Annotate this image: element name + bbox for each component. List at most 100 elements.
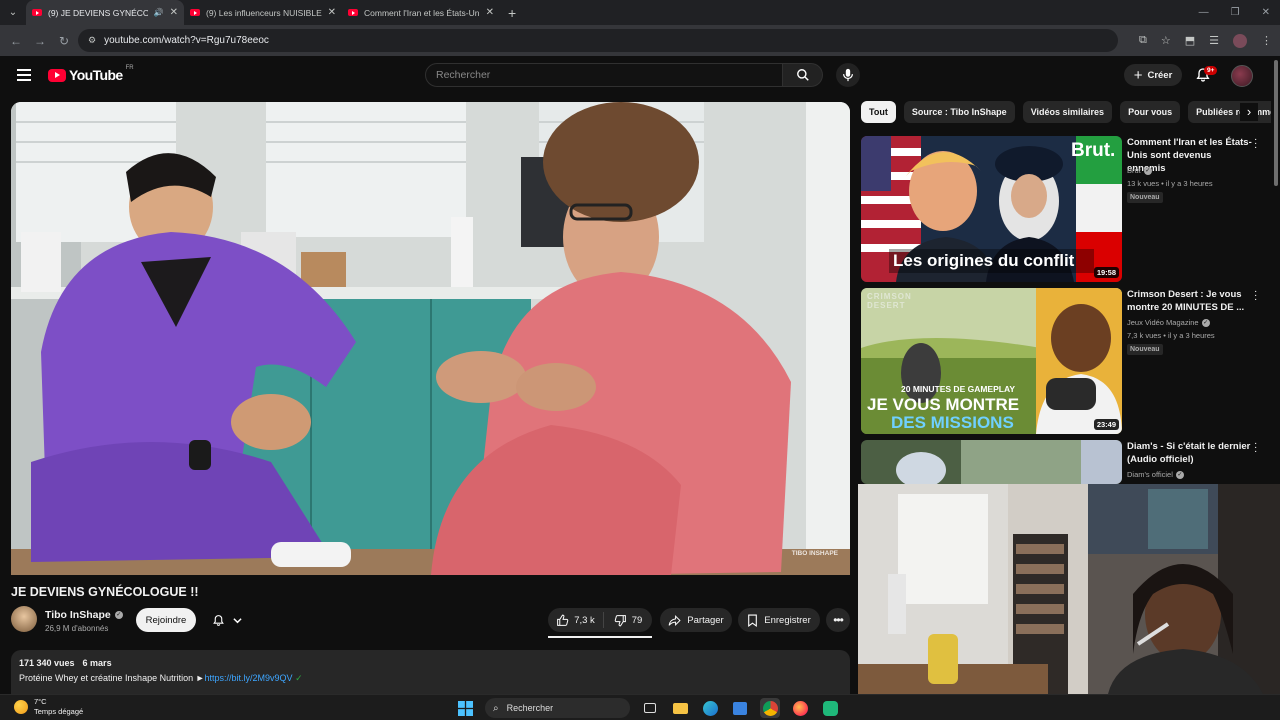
notification-count-badge: 9+ xyxy=(1204,66,1218,75)
video-player[interactable]: TIBO INSHAPE xyxy=(11,102,850,575)
close-tab-icon[interactable]: ✕ xyxy=(328,7,336,18)
recommendation-title[interactable]: Crimson Desert : Je vous montre 20 MINUT… xyxy=(1127,288,1252,314)
youtube-logo[interactable]: YouTube FR xyxy=(48,65,134,83)
video-thumbnail[interactable]: CRIMSON DESERT 20 MINUTES DE GAMEPLAY JE… xyxy=(861,288,1122,434)
video-thumbnail[interactable] xyxy=(861,440,1122,484)
voice-search-button[interactable] xyxy=(836,63,860,87)
page-scrollbar[interactable] xyxy=(1274,60,1278,186)
share-button[interactable]: Partager xyxy=(660,608,732,632)
close-window-icon[interactable]: ✕ xyxy=(1262,7,1270,18)
youtube-favicon-icon xyxy=(32,9,42,16)
recommendation-channel[interactable]: Brut ✓ xyxy=(1127,166,1152,175)
youtube-favicon-icon xyxy=(190,9,200,16)
tab-search-button[interactable]: ⌄ xyxy=(0,0,26,25)
search-input[interactable]: Rechercher xyxy=(425,63,783,87)
description-line: Protéine Whey et créatine Inshape Nutrit… xyxy=(19,673,205,683)
browser-menu-icon[interactable]: ⋮ xyxy=(1261,34,1272,47)
file-explorer-icon[interactable] xyxy=(670,698,690,718)
publish-date: 6 mars xyxy=(82,658,112,668)
recommendation-item[interactable]: Diam's - Si c'était le dernier (Audio of… xyxy=(861,440,1261,484)
temperature: 7°C xyxy=(34,697,47,706)
weather-widget[interactable]: 7°C Temps dégagé xyxy=(14,697,83,717)
share-label: Partager xyxy=(687,614,724,626)
account-avatar[interactable] xyxy=(1231,65,1253,87)
thumbnail-caption: Les origines du conflit xyxy=(893,251,1075,270)
thumbnail-line1: 20 MINUTES DE GAMEPLAY xyxy=(901,384,1015,394)
chip-all[interactable]: Tout xyxy=(861,101,896,123)
firefox-icon[interactable] xyxy=(790,698,810,718)
description-link[interactable]: https://bit.ly/2M9v9QV xyxy=(205,673,293,683)
cast-icon[interactable]: ⧉ xyxy=(1139,34,1147,47)
browser-toolbar: ← → ↻ ⚙ youtube.com/watch?v=Rgu7u78eeoc … xyxy=(0,25,1280,56)
maximize-icon[interactable]: ❐ xyxy=(1231,7,1240,18)
channel-name-link[interactable]: Tibo InShape ✓ xyxy=(45,609,123,621)
tab-groups-icon[interactable]: ☰ xyxy=(1209,34,1219,47)
like-button[interactable]: 7,3 k xyxy=(548,612,604,628)
more-vert-icon[interactable]: · · · xyxy=(1254,135,1257,153)
chip-similar[interactable]: Vidéos similaires xyxy=(1022,101,1113,123)
search-button[interactable] xyxy=(783,63,823,87)
xbox-app-icon[interactable] xyxy=(820,698,840,718)
verified-check-icon: ✓ xyxy=(1143,166,1152,175)
chevron-down-icon xyxy=(233,617,242,623)
save-button[interactable]: Enregistrer xyxy=(738,608,820,632)
bookmark-icon xyxy=(748,614,758,627)
extensions-icon[interactable]: ⬒ xyxy=(1185,34,1195,47)
windows-taskbar: 7°C Temps dégagé ⌕ Rechercher xyxy=(0,694,1280,720)
join-button[interactable]: Rejoindre xyxy=(136,608,196,632)
new-tab-button[interactable]: + xyxy=(508,5,516,21)
chip-recent[interactable]: Publiées récemment xyxy=(1188,101,1271,123)
minimize-icon[interactable]: — xyxy=(1199,7,1209,18)
address-bar[interactable]: ⚙ youtube.com/watch?v=Rgu7u78eeoc xyxy=(78,29,1118,52)
dislike-button[interactable]: 79 xyxy=(604,614,652,627)
thumbnail-line3: DES MISSIONS xyxy=(891,413,1014,432)
recommendation-channel[interactable]: Diam's officiel ✓ xyxy=(1127,470,1184,479)
store-icon[interactable] xyxy=(730,698,750,718)
webcam-overlay xyxy=(858,484,1280,694)
reload-icon[interactable]: ↻ xyxy=(52,34,76,48)
thumbnail-game-logo: CRIMSON DESERT xyxy=(867,292,912,310)
chip-source[interactable]: Source : Tibo InShape xyxy=(903,101,1015,123)
more-vert-icon[interactable]: · · · xyxy=(1254,440,1257,457)
close-tab-icon[interactable]: ✕ xyxy=(170,7,178,18)
recommendation-title[interactable]: Diam's - Si c'était le dernier (Audio of… xyxy=(1127,440,1252,466)
subscription-bell-button[interactable] xyxy=(202,608,252,632)
back-icon[interactable]: ← xyxy=(4,34,28,48)
recommendation-item[interactable]: Brut. Les origines du conflit 19:58 Comm… xyxy=(861,135,1261,282)
browser-tab-3[interactable]: Comment l'Iran et les États-Uni ✕ xyxy=(342,0,500,25)
description-box[interactable]: 171 340 vues 6 mars Protéine Whey et cré… xyxy=(11,650,850,694)
edge-browser-icon[interactable] xyxy=(700,698,720,718)
close-tab-icon[interactable]: ✕ xyxy=(486,7,494,18)
window-controls: — ❐ ✕ xyxy=(1199,0,1270,25)
bookmark-star-icon[interactable]: ☆ xyxy=(1161,34,1171,47)
chip-for-you[interactable]: Pour vous xyxy=(1120,101,1181,123)
recommendation-item[interactable]: CRIMSON DESERT 20 MINUTES DE GAMEPLAY JE… xyxy=(861,287,1261,434)
recommendation-meta: 7,3 k vues • il y a 3 heures xyxy=(1127,331,1215,340)
channel-avatar[interactable] xyxy=(11,606,37,632)
site-info-icon[interactable]: ⚙ xyxy=(88,35,96,46)
youtube-header: YouTube FR Rechercher + Créer 9+ xyxy=(0,56,1280,96)
webcam-feed xyxy=(858,484,1280,694)
task-view-icon[interactable] xyxy=(640,698,660,718)
forward-icon[interactable]: → xyxy=(28,34,52,48)
chrome-icon[interactable] xyxy=(760,698,780,718)
browser-tab-2[interactable]: (9) Les influenceurs NUISIBLES ✕ xyxy=(184,0,342,25)
taskbar-search[interactable]: ⌕ Rechercher xyxy=(485,698,630,718)
chevron-right-icon[interactable]: › xyxy=(1240,103,1258,121)
save-label: Enregistrer xyxy=(764,614,811,626)
menu-icon[interactable] xyxy=(17,69,31,81)
more-vert-icon[interactable]: · · · xyxy=(1254,287,1257,305)
thumbs-down-icon xyxy=(614,614,626,626)
windows-start-icon[interactable] xyxy=(455,698,475,718)
profile-avatar[interactable] xyxy=(1233,33,1247,48)
thumbnail-brand: Brut. xyxy=(1071,140,1116,161)
recommendation-channel[interactable]: Jeux Vidéo Magazine ✓ xyxy=(1127,318,1210,327)
video-thumbnail[interactable]: Brut. Les origines du conflit 19:58 xyxy=(861,136,1122,282)
subscriber-count: 26,9 M d'abonnés xyxy=(45,624,109,633)
logo-country: FR xyxy=(125,65,134,71)
speaker-icon[interactable]: 🔊 xyxy=(154,8,164,17)
new-badge: Nouveau xyxy=(1127,192,1163,203)
more-actions-button[interactable]: ••• xyxy=(826,608,850,632)
browser-tab-1[interactable]: (9) JE DEVIENS GYNÉCOLO 🔊 ✕ xyxy=(26,0,184,25)
create-button[interactable]: + Créer xyxy=(1124,64,1182,86)
